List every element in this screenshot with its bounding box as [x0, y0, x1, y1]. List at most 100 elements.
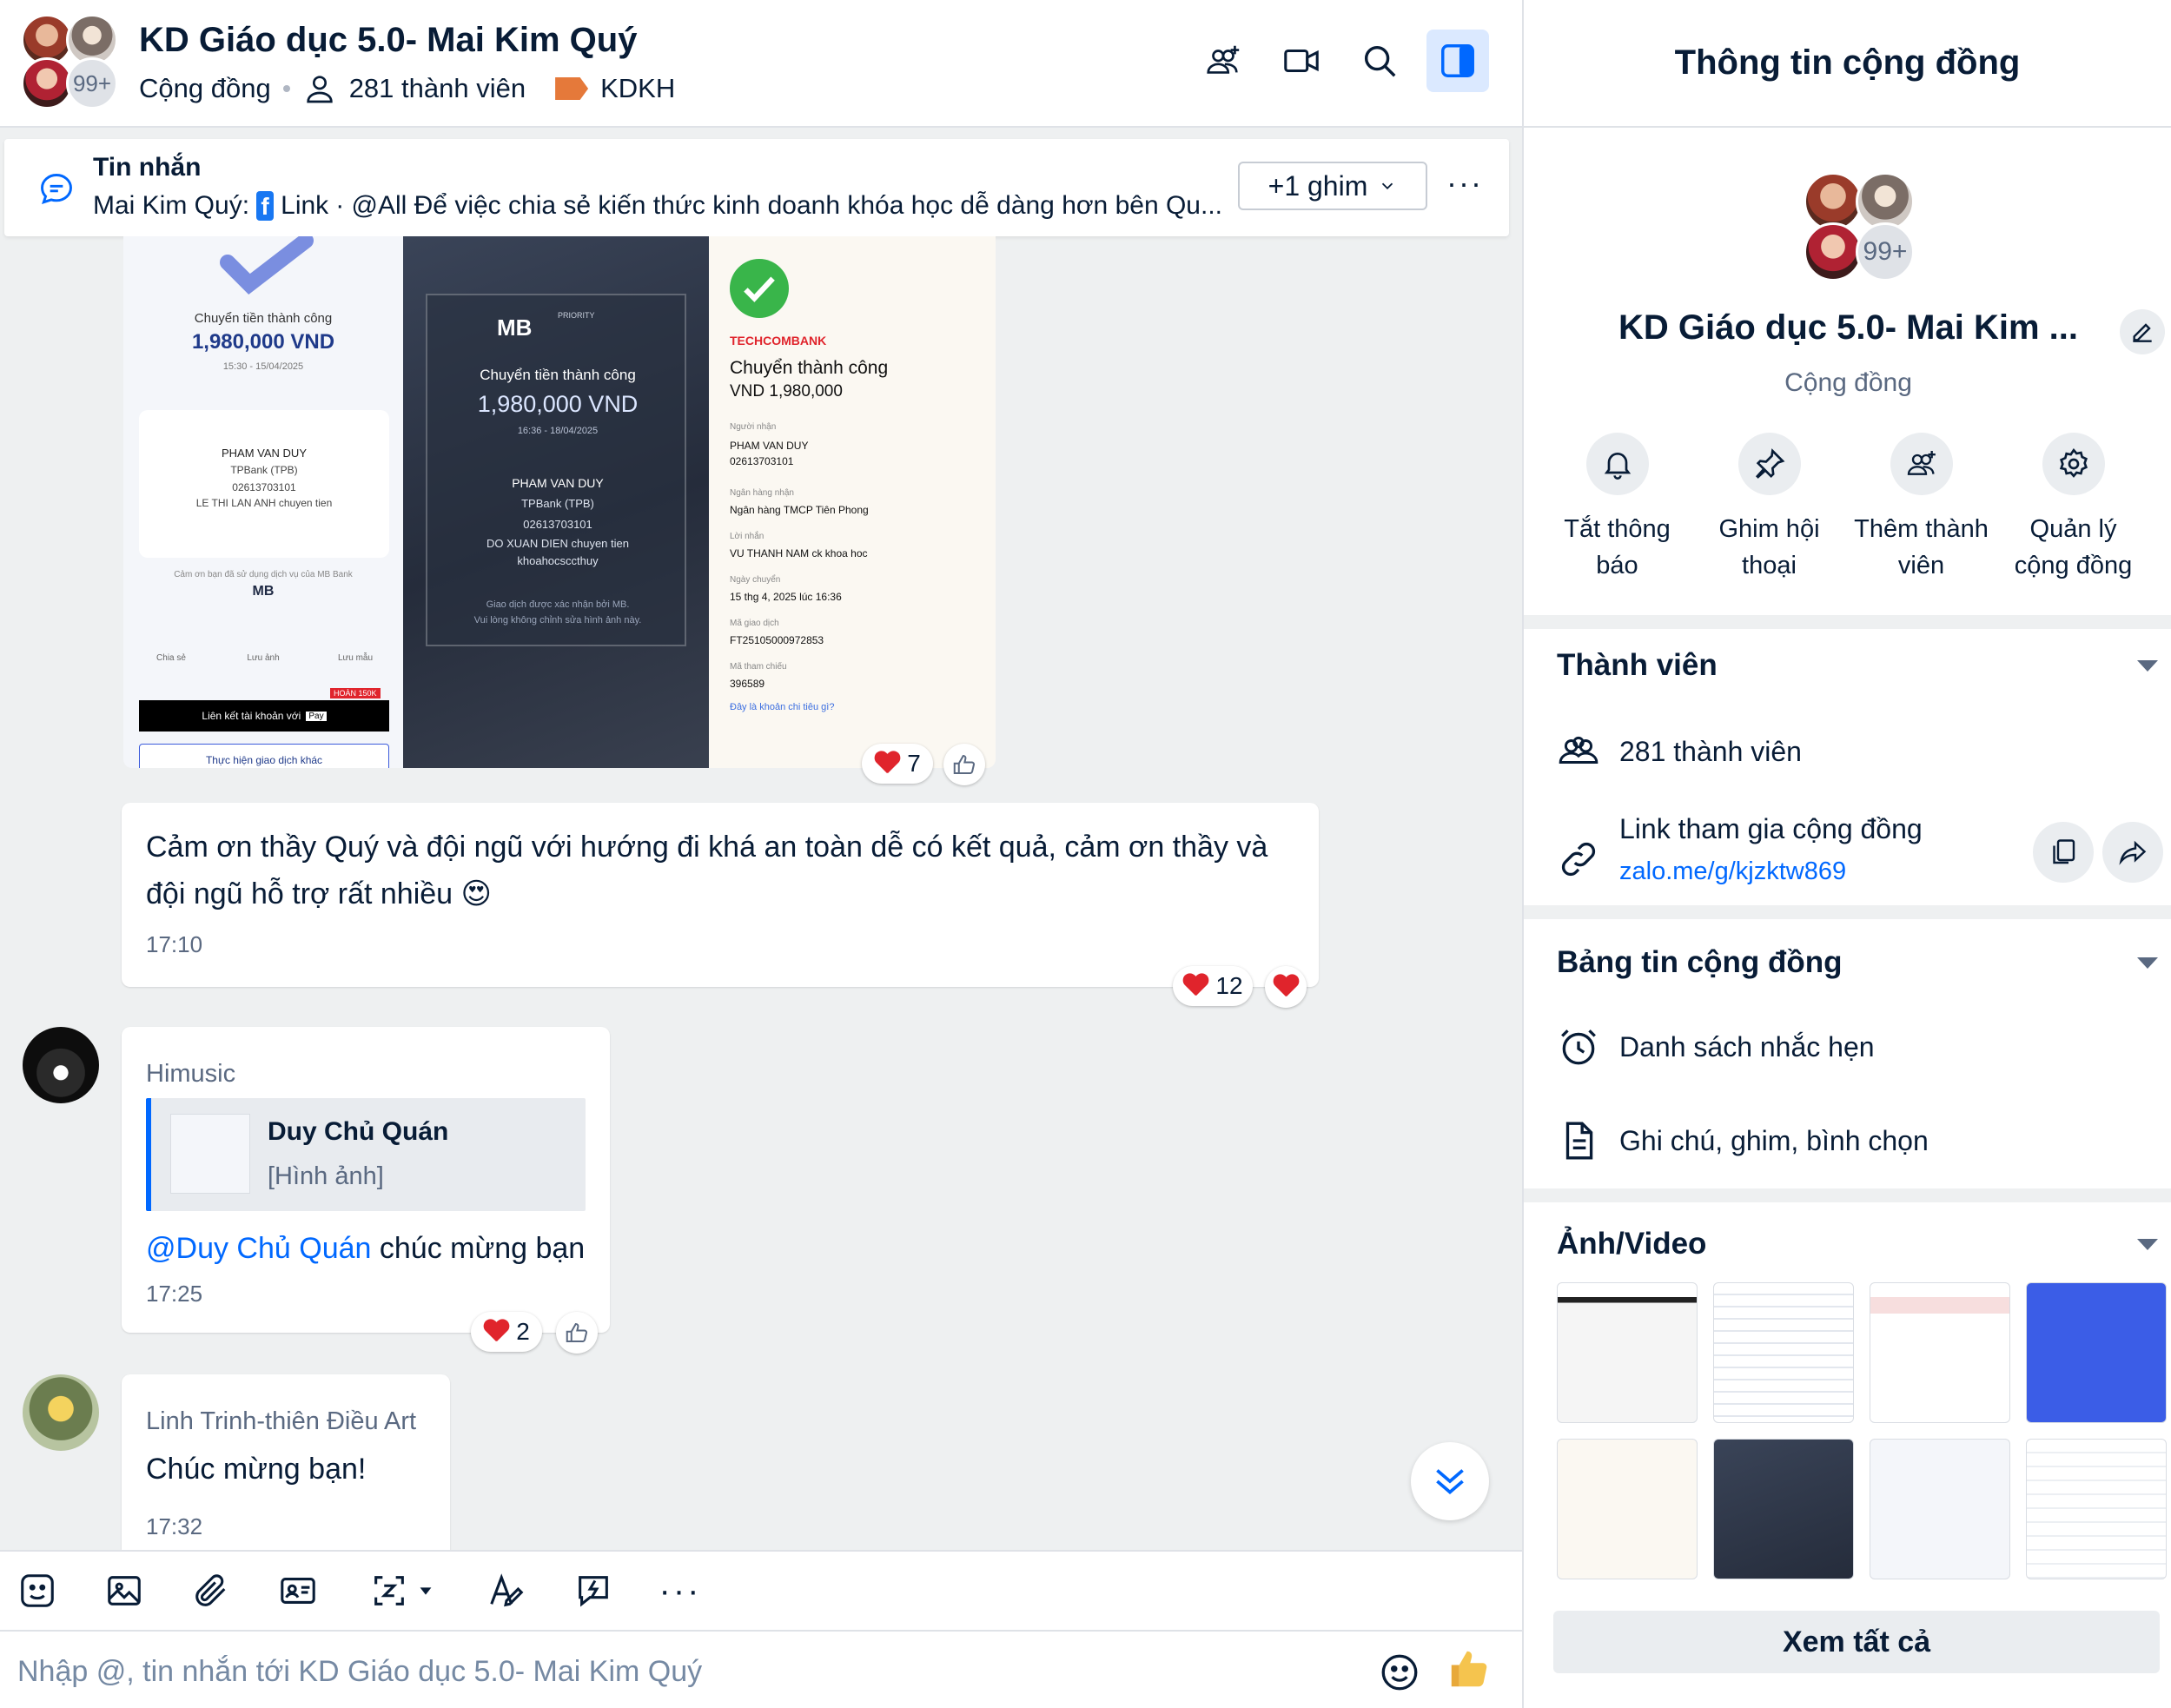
member-count-row[interactable]: 281 thành viên: [1557, 730, 1802, 773]
member-count: 281 thành viên: [1619, 735, 1802, 767]
message-bubble[interactable]: Linh Trinh-thiên Điều Art Chúc mừng bạn!…: [122, 1374, 450, 1550]
notes-label: Ghi chú, ghim, bình chọn: [1619, 1124, 1929, 1156]
mention-link[interactable]: @Duy Chủ Quán: [146, 1232, 371, 1265]
reminders-row[interactable]: Danh sách nhắc hẹn: [1557, 1025, 1875, 1069]
more-pins-label: +1 ghim: [1268, 169, 1368, 202]
group-avatar[interactable]: 99+: [21, 14, 118, 109]
share-label: Chia sẻ: [156, 653, 186, 663]
media-section-title[interactable]: Ảnh/Video: [1557, 1227, 1706, 1261]
message-bubble[interactable]: Cảm ơn thầy Quý và đội ngũ với hướng đi …: [122, 803, 1319, 987]
more-pins-button[interactable]: +1 ghim: [1238, 162, 1427, 210]
media-thumbnail[interactable]: [2026, 1439, 2167, 1579]
search-button[interactable]: [1348, 30, 1411, 92]
format-text-button[interactable]: [485, 1569, 528, 1612]
board-section-title[interactable]: Bảng tin cộng đồng: [1557, 945, 1843, 980]
share-link-button[interactable]: [2102, 822, 2163, 883]
manage-community-button[interactable]: Quản lý cộng đồng: [1997, 433, 2149, 584]
pinned-message-bar[interactable]: Tin nhắn Mai Kim Quý: f Link · @All Để v…: [4, 139, 1509, 236]
attach-file-button[interactable]: [189, 1569, 233, 1612]
media-thumbnail[interactable]: [1557, 1282, 1698, 1423]
thumbs-up-icon: [566, 1322, 588, 1342]
member-count[interactable]: 281 thành viên: [349, 73, 526, 104]
heart-icon: [483, 1320, 509, 1344]
invite-link-url[interactable]: zalo.me/g/kjzktw869: [1619, 857, 1923, 886]
receipt-amount: VND 1,980,000: [730, 382, 843, 401]
contact-card-button[interactable]: [276, 1569, 320, 1612]
receipt-note: DO XUAN DIEN chuyen tien: [486, 537, 629, 550]
receipt-bank: TPBank (TPB): [230, 464, 298, 476]
react-heart-button[interactable]: [1265, 966, 1307, 1008]
see-all-media-button[interactable]: Xem tất cả: [1553, 1611, 2160, 1673]
receipt-image-mb[interactable]: Chuyển tiền thành công 1,980,000 VND 15:…: [123, 236, 403, 768]
collapse-caret-icon[interactable]: [2137, 957, 2158, 969]
message-body: chúc mừng bạn: [379, 1232, 586, 1265]
priority-label: PRIORITY: [558, 311, 595, 320]
media-thumbnail[interactable]: [2026, 1282, 2167, 1423]
like-button[interactable]: [943, 744, 985, 785]
member-avatar: [21, 57, 73, 109]
composer-toolbar: ···: [0, 1550, 1522, 1630]
reaction-summary[interactable]: 2: [471, 1312, 542, 1352]
edit-name-button[interactable]: [2120, 309, 2165, 354]
media-thumbnail[interactable]: [1713, 1439, 1854, 1579]
message-bubble[interactable]: Himusic Duy Chủ Quán [Hình ảnh] @Duy Chủ…: [122, 1027, 610, 1333]
info-panel: Thông tin cộng đồng 99+ KD Giáo dục 5.0-…: [1522, 0, 2171, 1708]
message-input[interactable]: [17, 1645, 1355, 1698]
video-call-button[interactable]: [1270, 30, 1333, 92]
tag-label[interactable]: KDKH: [600, 73, 675, 104]
mute-notifications-button[interactable]: Tắt thông báo: [1541, 433, 1693, 584]
media-thumbnail[interactable]: [1870, 1439, 2010, 1579]
sticker-button[interactable]: [16, 1569, 59, 1612]
user-avatar[interactable]: [23, 1027, 99, 1103]
add-member-action-button[interactable]: Thêm thành viên: [1845, 433, 1997, 584]
qa-label: Thêm thành viên: [1854, 515, 1989, 579]
receipt-title: Chuyển thành công: [730, 358, 889, 378]
reaction-count: 7: [907, 750, 921, 777]
alarm-clock-icon: [1561, 1029, 1596, 1065]
qa-label: Quản lý cộng đồng: [2014, 515, 2133, 579]
scroll-to-bottom-button[interactable]: [1411, 1442, 1489, 1520]
receipt-account: 02613703101: [523, 518, 592, 531]
media-thumbnail[interactable]: [1713, 1282, 1854, 1423]
chat-title[interactable]: KD Giáo dục 5.0- Mai Kim Quý: [139, 21, 637, 60]
qa-label: Tắt thông báo: [1564, 515, 1671, 579]
emoji-icon[interactable]: [1378, 1651, 1421, 1694]
collapse-caret-icon[interactable]: [2137, 660, 2158, 672]
receipt-amount: 1,980,000 VND: [477, 391, 639, 417]
add-member-button[interactable]: [1192, 30, 1254, 92]
receipt-image-mb-priority[interactable]: MB PRIORITY Chuyển tiền thành công 1,980…: [403, 236, 709, 768]
media-thumbnail[interactable]: [1870, 1282, 2010, 1423]
share-arrow-icon: [2119, 840, 2147, 865]
quick-message-button[interactable]: [572, 1569, 615, 1612]
qa-icon-wrap: [1585, 433, 1649, 495]
reaction-summary[interactable]: 7: [862, 744, 933, 784]
screenshot-icon: [374, 1576, 404, 1605]
receipt-card: PHAM VAN DUY TPBank (TPB) 02613703101 LE…: [139, 410, 389, 558]
expense-link: Đây là khoản chi tiêu gì?: [730, 702, 835, 712]
group-avatar[interactable]: 99+: [1804, 172, 1916, 281]
receipt-image-techcombank[interactable]: TECHCOMBANK Chuyển thành công VND 1,980,…: [709, 236, 996, 768]
like-button[interactable]: [556, 1312, 598, 1354]
notes-row[interactable]: Ghi chú, ghim, bình chọn: [1557, 1119, 1929, 1162]
members-section-title[interactable]: Thành viên: [1557, 648, 1718, 683]
copy-link-button[interactable]: [2033, 822, 2094, 883]
pin-conversation-button[interactable]: Ghim hội thoại: [1693, 433, 1845, 584]
message-time: 17:25: [146, 1281, 203, 1307]
image-button[interactable]: [103, 1569, 146, 1612]
reaction-summary[interactable]: 12: [1173, 966, 1253, 1006]
qa-icon-wrap: [1737, 433, 1801, 495]
field-label: Lời nhắn: [730, 532, 764, 541]
quick-like-icon[interactable]: [1446, 1645, 1493, 1692]
sender-name[interactable]: Himusic: [146, 1060, 235, 1089]
sender-name[interactable]: Linh Trinh-thiên Điều Art: [146, 1407, 416, 1436]
toolbar-more-button[interactable]: ···: [659, 1569, 702, 1612]
media-thumbnail[interactable]: [1557, 1439, 1698, 1579]
contact-card-icon: [281, 1578, 315, 1604]
quoted-message[interactable]: Duy Chủ Quán [Hình ảnh]: [146, 1098, 586, 1211]
user-avatar[interactable]: [23, 1374, 99, 1451]
collapse-caret-icon[interactable]: [2137, 1239, 2158, 1250]
invite-link-row: Link tham gia cộng đồng zalo.me/g/kjzktw…: [1557, 813, 1923, 886]
toggle-info-panel-button[interactable]: [1426, 30, 1489, 92]
pinned-more-button[interactable]: ···: [1446, 165, 1483, 202]
screenshot-button[interactable]: [363, 1569, 441, 1612]
